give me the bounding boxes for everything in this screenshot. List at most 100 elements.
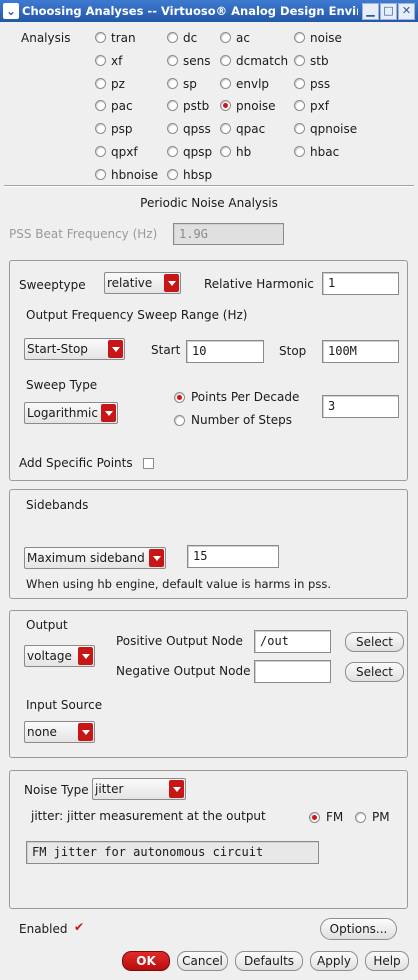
cancel-button[interactable]: Cancel xyxy=(177,951,228,971)
analysis-label-xf: xf xyxy=(111,53,123,68)
window-menu-icon[interactable]: ⌄ xyxy=(3,3,19,19)
sweep-range-mode-dropdown[interactable]: Start-Stop xyxy=(24,338,125,360)
analysis-radio-pac[interactable] xyxy=(95,100,106,112)
analysis-label-hbac: hbac xyxy=(310,145,340,159)
start-field[interactable]: 10 xyxy=(186,340,264,363)
analysis-radio-hbnoise[interactable] xyxy=(95,168,106,180)
relative-harmonic-field[interactable]: 1 xyxy=(322,272,399,295)
output-type-dropdown[interactable]: voltage xyxy=(24,645,95,667)
maximize-button[interactable]: □ xyxy=(380,3,397,20)
analysis-label-qpac: qpac xyxy=(236,122,266,137)
analysis-radio-stb[interactable] xyxy=(294,54,305,66)
minimize-button[interactable]: ▁ xyxy=(362,3,379,20)
noise-type-label: Noise Type xyxy=(24,783,89,797)
window-title: Choosing Analyses -- Virtuoso® Analog De… xyxy=(22,4,358,18)
analysis-radio-psp[interactable] xyxy=(95,123,106,135)
analysis-radio-sens[interactable] xyxy=(167,54,178,66)
analysis-radio-qpxf[interactable] xyxy=(95,146,106,157)
analysis-label-hb: hb xyxy=(236,145,252,159)
title-bar: ⌄ Choosing Analyses -- Virtuoso® Analog … xyxy=(0,0,418,22)
analysis-label-noise: noise xyxy=(310,31,342,45)
analysis-radio-tran[interactable] xyxy=(95,32,106,43)
sidebands-label: Sidebands xyxy=(26,498,89,512)
analysis-label-psp: psp xyxy=(111,122,133,137)
sweep-type-dropdown[interactable]: Logarithmic xyxy=(24,402,118,424)
analysis-label-stb: stb xyxy=(310,53,329,68)
help-button[interactable]: Help xyxy=(365,951,409,971)
analysis-label-qpnoise: qpnoise xyxy=(310,122,358,137)
analysis-label-hbnoise: hbnoise xyxy=(111,167,159,182)
divider xyxy=(4,185,414,187)
sidebands-note: When using hb engine, default value is h… xyxy=(26,577,331,591)
analysis-radio-pstb[interactable] xyxy=(167,100,178,112)
analysis-label-qpxf: qpxf xyxy=(111,145,138,159)
analysis-radio-dc[interactable] xyxy=(167,32,178,43)
apply-button[interactable]: Apply xyxy=(310,951,358,971)
defaults-button[interactable]: Defaults xyxy=(235,951,303,971)
noise-type-dropdown[interactable]: jitter xyxy=(92,778,186,800)
chevron-down-icon xyxy=(169,780,184,798)
stop-field[interactable]: 100M xyxy=(322,340,399,363)
analysis-label-dcmatch: dcmatch xyxy=(236,53,289,68)
analysis-label: Analysis xyxy=(21,31,71,45)
points-per-decade-radio[interactable] xyxy=(174,392,185,403)
sweep-type-label: Sweep Type xyxy=(26,378,98,392)
analysis-radio-ac[interactable] xyxy=(220,32,231,43)
analysis-label-qpss: qpss xyxy=(183,122,211,137)
add-specific-points-checkbox[interactable] xyxy=(143,458,154,469)
input-source-value: none xyxy=(27,725,57,739)
negative-output-node-label: Negative Output Node xyxy=(116,664,251,678)
analysis-radio-dcmatch[interactable] xyxy=(220,54,231,66)
close-button[interactable]: ✕ xyxy=(398,3,415,20)
enabled-checkbox[interactable]: ✔ xyxy=(74,921,85,933)
analysis-radio-envlp[interactable] xyxy=(220,77,231,89)
analysis-radio-qpsp[interactable] xyxy=(167,146,178,157)
analysis-radio-qpac[interactable] xyxy=(220,123,231,135)
analysis-radio-hb[interactable] xyxy=(220,146,231,157)
analysis-radio-xf[interactable] xyxy=(95,54,106,66)
number-of-steps-label: Number of Steps xyxy=(191,413,292,427)
stop-label: Stop xyxy=(279,344,307,358)
output-type-value: voltage xyxy=(27,649,72,663)
sidebands-mode-dropdown[interactable]: Maximum sideband xyxy=(24,547,166,569)
analysis-radio-pnoise[interactable] xyxy=(220,100,231,112)
ok-button[interactable]: OK xyxy=(122,951,170,971)
analysis-radio-noise[interactable] xyxy=(294,32,305,43)
analysis-radio-hbsp[interactable] xyxy=(167,168,178,180)
analysis-radio-pz[interactable] xyxy=(95,77,106,89)
select-positive-node-button[interactable]: Select xyxy=(345,632,404,652)
chevron-down-icon xyxy=(108,340,123,358)
analysis-label-dc: dc xyxy=(183,31,198,45)
analysis-label-sens: sens xyxy=(183,53,211,68)
positive-output-node-label: Positive Output Node xyxy=(116,634,243,648)
positive-output-node-field[interactable]: /out xyxy=(254,630,331,653)
number-of-steps-radio[interactable] xyxy=(174,415,185,426)
analysis-radio-qpss[interactable] xyxy=(167,123,178,135)
sweeptype-value: relative xyxy=(107,276,153,290)
options-button[interactable]: Options... xyxy=(320,918,397,940)
analysis-label-pac: pac xyxy=(111,99,133,114)
chevron-down-icon xyxy=(78,723,93,741)
input-source-dropdown[interactable]: none xyxy=(24,721,95,743)
noise-description: jitter: jitter measurement at the output xyxy=(31,809,266,823)
analysis-radio-sp[interactable] xyxy=(167,77,178,89)
pss-beat-frequency-label: PSS Beat Frequency (Hz) xyxy=(9,227,158,241)
analysis-radio-pxf[interactable] xyxy=(294,100,305,112)
analysis-label-pz: pz xyxy=(111,76,125,91)
sidebands-value-field[interactable]: 15 xyxy=(187,545,279,568)
analysis-radio-pss[interactable] xyxy=(294,77,305,89)
analysis-radio-qpnoise[interactable] xyxy=(294,123,305,135)
analysis-radio-hbac[interactable] xyxy=(294,146,305,157)
negative-output-node-field[interactable] xyxy=(254,660,331,683)
chevron-down-icon xyxy=(164,274,179,292)
fm-label: FM xyxy=(326,810,344,824)
noise-note-field: FM jitter for autonomous circuit xyxy=(26,841,319,864)
pm-radio[interactable] xyxy=(355,812,366,823)
sweeptype-dropdown[interactable]: relative xyxy=(104,272,181,294)
select-negative-node-button[interactable]: Select xyxy=(345,662,404,682)
points-value-field[interactable]: 3 xyxy=(322,395,399,418)
noise-type-value: jitter xyxy=(95,782,124,796)
start-label: Start xyxy=(151,343,181,357)
sidebands-mode-value: Maximum sideband xyxy=(27,551,145,565)
fm-radio[interactable] xyxy=(309,812,320,823)
